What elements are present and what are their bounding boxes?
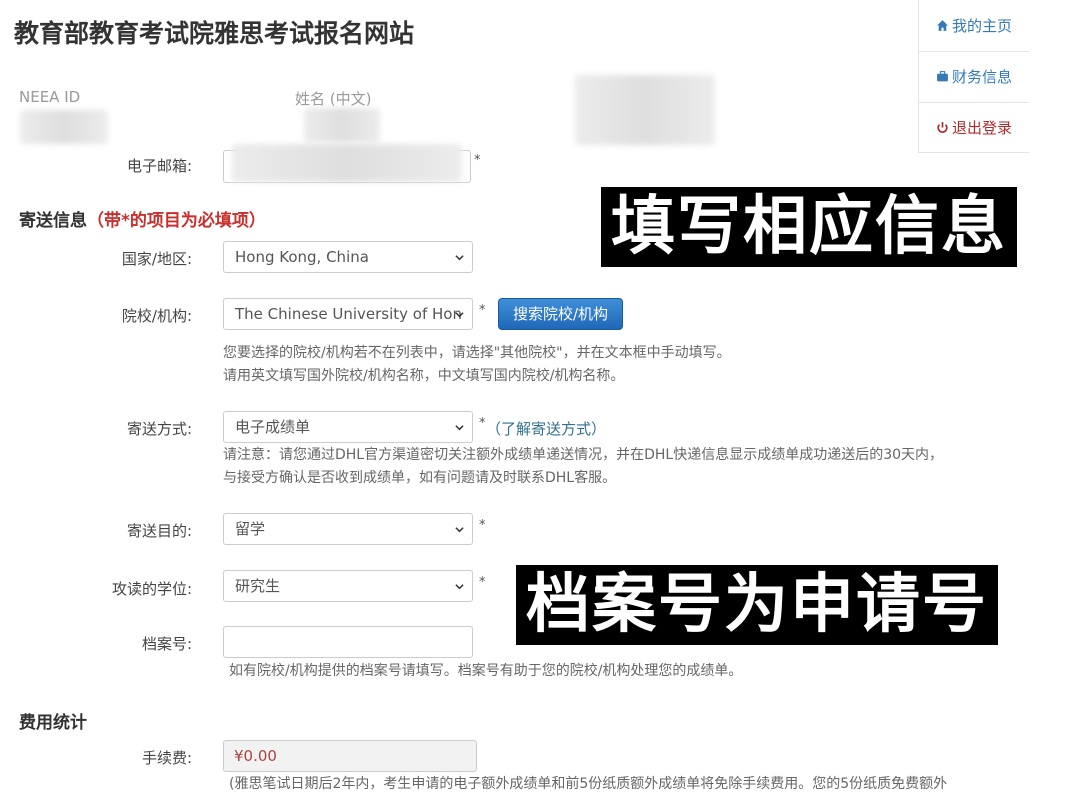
required-note: （带*的项目为必填项） xyxy=(87,211,266,231)
nav-my-home[interactable]: 我的主页 xyxy=(919,0,1029,52)
purpose-select-value: 留学 xyxy=(235,520,266,538)
degree-label: 攻读的学位: xyxy=(111,580,192,598)
nav-my-home-label: 我的主页 xyxy=(951,17,1012,35)
nav-finance-label: 财务信息 xyxy=(951,68,1012,86)
home-icon xyxy=(937,20,948,31)
fee-label: 手续费: xyxy=(141,749,192,767)
nav-logout[interactable]: 退出登录 xyxy=(919,102,1029,153)
overlay-file-is-app-number: 档案号为申请号 xyxy=(516,565,998,645)
degree-select[interactable]: 研究生 xyxy=(223,570,473,602)
country-label: 国家/地区: xyxy=(121,250,192,268)
method-required-star: * xyxy=(479,416,486,431)
institution-required-star: * xyxy=(479,303,486,318)
neea-id-label: NEEA ID xyxy=(19,88,81,106)
institution-select-value: The Chinese University of Hon xyxy=(235,305,462,323)
fees-heading: 费用统计 xyxy=(19,713,87,733)
briefcase-icon xyxy=(937,71,948,82)
institution-hint-2: 请用英文填写国外院校/机构名称，中文填写国内院校/机构名称。 xyxy=(223,368,625,384)
site-title: 教育部教育考试院雅思考试报名网站 xyxy=(14,19,415,48)
degree-select-value: 研究生 xyxy=(235,577,281,595)
email-label: 电子邮箱: xyxy=(126,157,192,175)
shipping-heading-text: 寄送信息 xyxy=(19,211,87,231)
file-number-label: 档案号: xyxy=(141,635,192,653)
institution-select[interactable]: The Chinese University of Hon xyxy=(223,298,473,330)
country-select-value: Hong Kong, China xyxy=(235,248,369,266)
file-number-hint: 如有院校/机构提供的档案号请填写。档案号有助于您的院校/机构处理您的成绩单。 xyxy=(229,663,743,679)
purpose-required-star: * xyxy=(479,518,486,533)
file-number-input[interactable] xyxy=(223,626,473,658)
country-select[interactable]: Hong Kong, China xyxy=(223,241,473,273)
nav-finance[interactable]: 财务信息 xyxy=(919,51,1029,103)
method-label: 寄送方式: xyxy=(126,420,192,438)
fee-field: ¥0.00 xyxy=(223,740,477,772)
chevron-down-icon xyxy=(455,312,464,318)
name-cn-label: 姓名 (中文) xyxy=(295,90,372,108)
search-institution-button[interactable]: 搜索院校/机构 xyxy=(498,298,624,330)
chevron-down-icon xyxy=(455,527,464,533)
degree-required-star: * xyxy=(479,575,486,590)
learn-shipping-link[interactable]: （了解寄送方式） xyxy=(486,418,606,439)
shipping-heading: 寄送信息（带*的项目为必填项） xyxy=(19,206,266,231)
email-redacted xyxy=(232,144,462,182)
neea-id-redacted xyxy=(20,110,108,144)
email-required-star: * xyxy=(474,153,481,168)
method-hint-1: 请注意：请您通过DHL官方渠道密切关注额外成绩单递送情况，并在DHL快递信息显示… xyxy=(223,447,944,463)
profile-redacted xyxy=(575,75,715,145)
overlay-fill-info: 填写相应信息 xyxy=(601,187,1017,267)
chevron-down-icon xyxy=(455,425,464,431)
fee-hint: (雅思笔试日期后2年内，考生申请的电子额外成绩单和前5份纸质额外成绩单将免除手续… xyxy=(229,776,948,792)
side-nav: 我的主页 财务信息 退出登录 xyxy=(918,0,1029,153)
method-hint-2: 与接受方确认是否收到成绩单，如有问题请及时联系DHL客服。 xyxy=(223,470,617,486)
purpose-label: 寄送目的: xyxy=(126,522,192,540)
institution-label: 院校/机构: xyxy=(121,307,192,325)
nav-logout-label: 退出登录 xyxy=(951,119,1012,137)
method-select[interactable]: 电子成绩单 xyxy=(223,411,473,443)
method-select-value: 电子成绩单 xyxy=(235,418,311,436)
chevron-down-icon xyxy=(455,584,464,590)
purpose-select[interactable]: 留学 xyxy=(223,513,473,545)
chevron-down-icon xyxy=(455,255,464,261)
power-icon xyxy=(937,122,948,133)
name-redacted xyxy=(304,108,380,142)
institution-hint-1: 您要选择的院校/机构若不在列表中，请选择"其他院校"，并在文本框中手动填写。 xyxy=(223,345,731,361)
